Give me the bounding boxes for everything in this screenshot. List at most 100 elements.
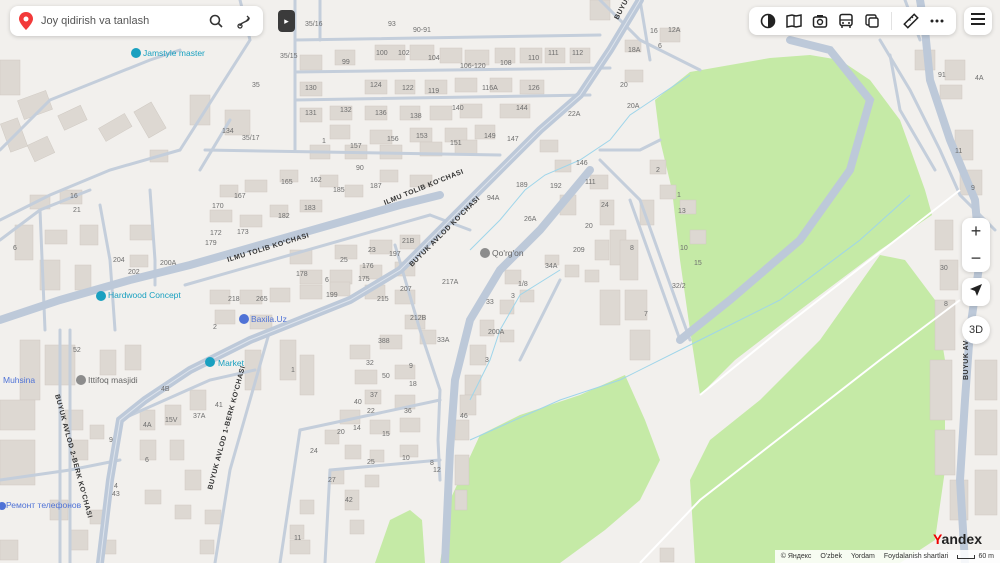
- house-number: 146: [576, 160, 588, 167]
- route-icon[interactable]: [235, 12, 253, 30]
- house-number: 52: [73, 347, 81, 354]
- my-location-button[interactable]: [962, 278, 990, 306]
- menu-button[interactable]: [964, 7, 992, 35]
- house-number: 40: [354, 399, 362, 406]
- house-number: 24: [601, 202, 609, 209]
- poi-label: Hardwood Concept: [108, 290, 181, 300]
- 3d-toggle-button[interactable]: 3D: [962, 316, 990, 344]
- house-number: 151: [450, 140, 462, 147]
- house-number: 27: [328, 477, 336, 484]
- location-pin-icon: [19, 12, 33, 30]
- house-number: 204: [113, 257, 125, 264]
- zoom-out-button[interactable]: −: [962, 245, 990, 272]
- house-number: 187: [370, 183, 382, 190]
- house-number: 153: [416, 133, 428, 140]
- house-number: 12A: [668, 27, 681, 34]
- house-number: 185: [333, 187, 345, 194]
- house-number: 200A: [488, 329, 505, 336]
- map-book-icon[interactable]: [781, 8, 807, 34]
- help-link[interactable]: Yordam: [851, 553, 875, 560]
- copyright-link[interactable]: © Яндекс: [781, 553, 812, 560]
- house-number: 33: [486, 299, 494, 306]
- house-number: 106-120: [460, 63, 486, 70]
- poi-label: Baxila.Uz: [251, 314, 287, 324]
- house-number: 23: [368, 247, 376, 254]
- zoom-in-button[interactable]: +: [962, 218, 990, 245]
- sidebar-toggle-button[interactable]: ▸: [278, 10, 295, 32]
- house-number: 157: [350, 143, 362, 150]
- poi-label: Market: [218, 358, 245, 368]
- house-number: 116A: [482, 85, 498, 92]
- house-number: 93: [388, 21, 396, 28]
- house-number: 111: [548, 50, 559, 57]
- house-number: 172: [210, 230, 222, 237]
- house-number: 183: [304, 205, 316, 212]
- house-number: 15: [382, 431, 390, 438]
- house-number: 32: [366, 360, 374, 367]
- more-icon[interactable]: [924, 8, 950, 34]
- house-number: 6: [13, 245, 17, 252]
- house-number: 42: [345, 497, 353, 504]
- house-number: 46: [460, 413, 468, 420]
- terms-link[interactable]: Foydalanish shartlari: [884, 553, 949, 560]
- house-number: 207: [400, 286, 412, 293]
- scale-line: [957, 554, 976, 559]
- scale-label: 60 m: [978, 553, 994, 560]
- house-number: 30: [940, 265, 948, 272]
- map-canvas[interactable]: BUYUK AVLOD KO'CHASI ILMU TOLIB KO'CHASI…: [0, 0, 1000, 563]
- zoom-control: + −: [962, 218, 990, 272]
- house-number: 99: [342, 59, 350, 66]
- search-bar[interactable]: Joy qidirish va tanlash: [10, 6, 263, 36]
- house-number: 6: [145, 457, 149, 464]
- house-number: 22: [367, 408, 375, 415]
- house-number: 130: [305, 85, 317, 92]
- house-number: 35/15: [280, 53, 298, 60]
- house-number: 1: [291, 367, 295, 374]
- house-number: 100: [376, 50, 388, 57]
- layers-icon[interactable]: [755, 8, 781, 34]
- house-number: 9: [409, 363, 413, 370]
- play-icon: ▸: [284, 15, 289, 26]
- house-number: 102: [398, 50, 410, 57]
- house-number: 126: [528, 85, 540, 92]
- house-number: 140: [452, 105, 464, 112]
- house-number: 90-91: [413, 27, 431, 34]
- house-number: 91: [938, 72, 946, 79]
- poi-market: Market: [205, 357, 245, 368]
- house-number: 182: [278, 213, 290, 220]
- panorama-icon[interactable]: [859, 8, 885, 34]
- house-number: 90: [356, 165, 364, 172]
- house-number: 132: [340, 107, 352, 114]
- camera-icon[interactable]: [807, 8, 833, 34]
- house-number: 26A: [524, 216, 537, 223]
- house-number: 218: [228, 296, 240, 303]
- house-number: 15V: [165, 417, 178, 424]
- poi-muhsina: Muhsina: [3, 375, 35, 385]
- house-number: 111: [585, 179, 596, 186]
- poi-hardwood-concept: Hardwood Concept: [96, 290, 181, 301]
- house-number: 131: [305, 110, 317, 117]
- house-number: 165: [281, 179, 293, 186]
- search-input[interactable]: Joy qidirish va tanlash: [41, 15, 207, 27]
- house-number: 162: [310, 177, 322, 184]
- house-number: 179: [205, 240, 217, 247]
- house-number: 8: [430, 460, 434, 467]
- search-icon[interactable]: [207, 12, 225, 30]
- house-number: 14: [353, 425, 361, 432]
- poi-label: Qo'rg'on: [492, 248, 524, 258]
- house-number: 13: [678, 208, 686, 215]
- poi-phone-repair: Ремонт телефонов: [0, 500, 82, 510]
- house-number: 175: [358, 276, 370, 283]
- house-number: 21B: [402, 238, 415, 245]
- house-number: 16: [70, 193, 78, 200]
- house-number: 119: [428, 88, 439, 95]
- house-number: 265: [256, 296, 268, 303]
- house-number: 104: [428, 55, 440, 62]
- navigation-arrow-icon: [969, 283, 983, 302]
- ruler-icon[interactable]: [898, 8, 924, 34]
- map-footer: © Яндекс O'zbek Yordam Foydalanish shart…: [774, 550, 1000, 563]
- bus-icon[interactable]: [833, 8, 859, 34]
- house-number: 34A: [545, 263, 558, 270]
- language-switch[interactable]: O'zbek: [820, 553, 842, 560]
- house-number: 4A: [143, 422, 152, 429]
